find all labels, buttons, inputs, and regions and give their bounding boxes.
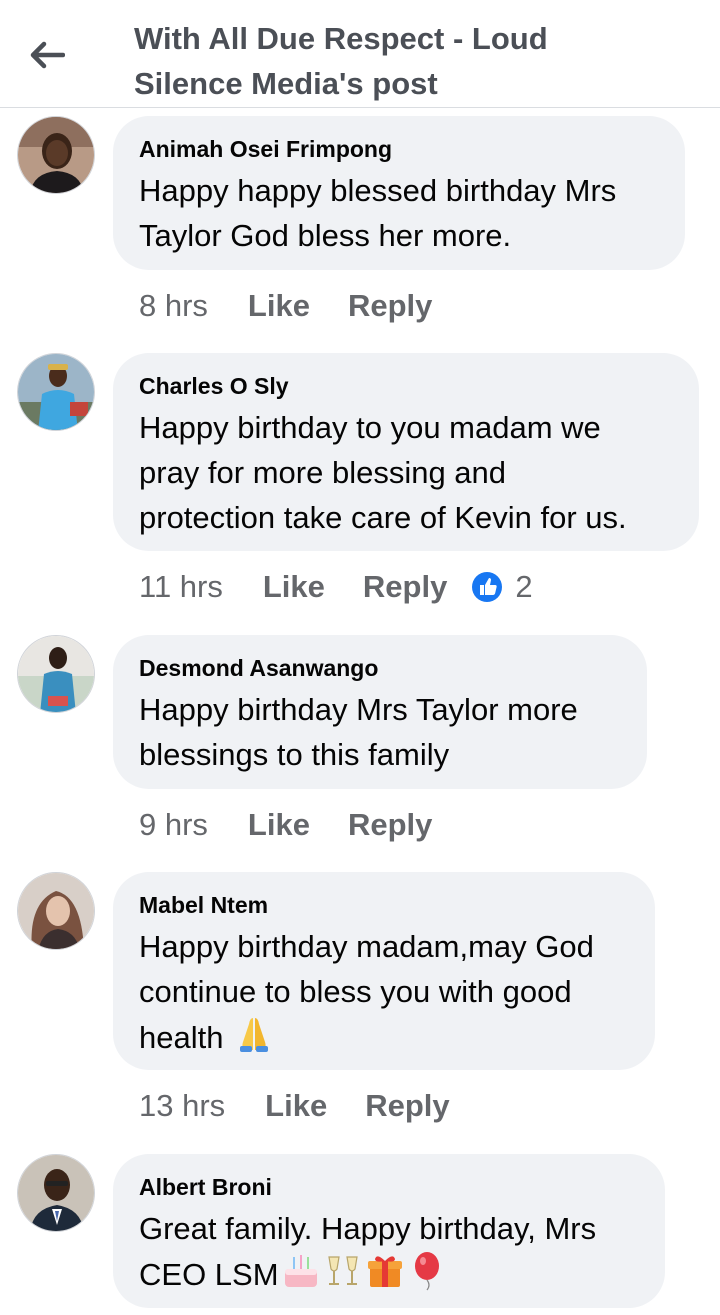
reply-button[interactable]: Reply: [363, 569, 447, 605]
birthday-cake-emoji: [284, 1255, 317, 1287]
comment-bubble[interactable]: Desmond Asanwango Happy birthday Mrs Tay…: [113, 635, 647, 789]
comment-author[interactable]: Charles O Sly: [139, 369, 673, 403]
comment-actions: 11 hrs Like Reply 2: [139, 567, 533, 607]
gift-emoji: [367, 1256, 402, 1287]
reply-button[interactable]: Reply: [348, 807, 432, 843]
comment-timestamp[interactable]: 11 hrs: [139, 569, 223, 605]
comment-author[interactable]: Mabel Ntem: [139, 888, 629, 922]
balloon-emoji: [414, 1252, 439, 1291]
like-button[interactable]: Like: [263, 569, 325, 605]
comment-author[interactable]: Animah Osei Frimpong: [139, 132, 659, 166]
post-header: With All Due Respect - Loud Silence Medi…: [0, 0, 720, 108]
like-button[interactable]: Like: [265, 1088, 327, 1124]
arrow-left-icon: [30, 41, 65, 69]
comment-author[interactable]: Desmond Asanwango: [139, 651, 621, 685]
reaction-summary[interactable]: 2: [471, 569, 533, 605]
comment-timestamp[interactable]: 9 hrs: [139, 807, 208, 843]
reply-button[interactable]: Reply: [365, 1088, 449, 1124]
comment-bubble[interactable]: Animah Osei Frimpong Happy happy blessed…: [113, 116, 685, 270]
page-title: With All Due Respect - Loud Silence Medi…: [134, 21, 548, 101]
comment-text: Happy birthday to you madam we pray for …: [139, 410, 627, 535]
reply-button[interactable]: Reply: [348, 288, 432, 324]
avatar[interactable]: [17, 872, 95, 950]
thumbs-up-reaction-icon: [472, 572, 503, 602]
avatar[interactable]: [17, 353, 95, 431]
comment-bubble[interactable]: Mabel Ntem Happy birthday madam,may God …: [113, 872, 655, 1070]
comment-actions: 9 hrs Like Reply: [139, 805, 470, 845]
comment-bubble[interactable]: Charles O Sly Happy birthday to you mada…: [113, 353, 699, 551]
back-button[interactable]: [22, 30, 72, 80]
comment-actions: 8 hrs Like Reply: [139, 286, 470, 326]
like-button[interactable]: Like: [248, 807, 310, 843]
avatar[interactable]: [17, 1154, 95, 1232]
clinking-glasses-emoji: [327, 1256, 358, 1285]
avatar[interactable]: [17, 635, 95, 713]
like-button[interactable]: Like: [248, 288, 310, 324]
comment-timestamp[interactable]: 8 hrs: [139, 288, 208, 324]
comment-text: Happy happy blessed birthday Mrs Taylor …: [139, 173, 617, 253]
reaction-count: 2: [515, 569, 533, 604]
comment-timestamp[interactable]: 13 hrs: [139, 1088, 225, 1124]
avatar[interactable]: [17, 116, 95, 194]
comment-text: Happy birthday Mrs Taylor more blessings…: [139, 692, 578, 772]
comment-actions: 13 hrs Like Reply: [139, 1086, 488, 1126]
comment-author[interactable]: Albert Broni: [139, 1170, 639, 1204]
comment-text: Great family. Happy birthday, Mrs CEO LS…: [139, 1211, 597, 1292]
comment-text: Happy birthday madam,may God continue to…: [139, 929, 594, 1055]
folded-hands-emoji: [240, 1018, 269, 1052]
comment-bubble[interactable]: Albert Broni Great family. Happy birthda…: [113, 1154, 665, 1308]
